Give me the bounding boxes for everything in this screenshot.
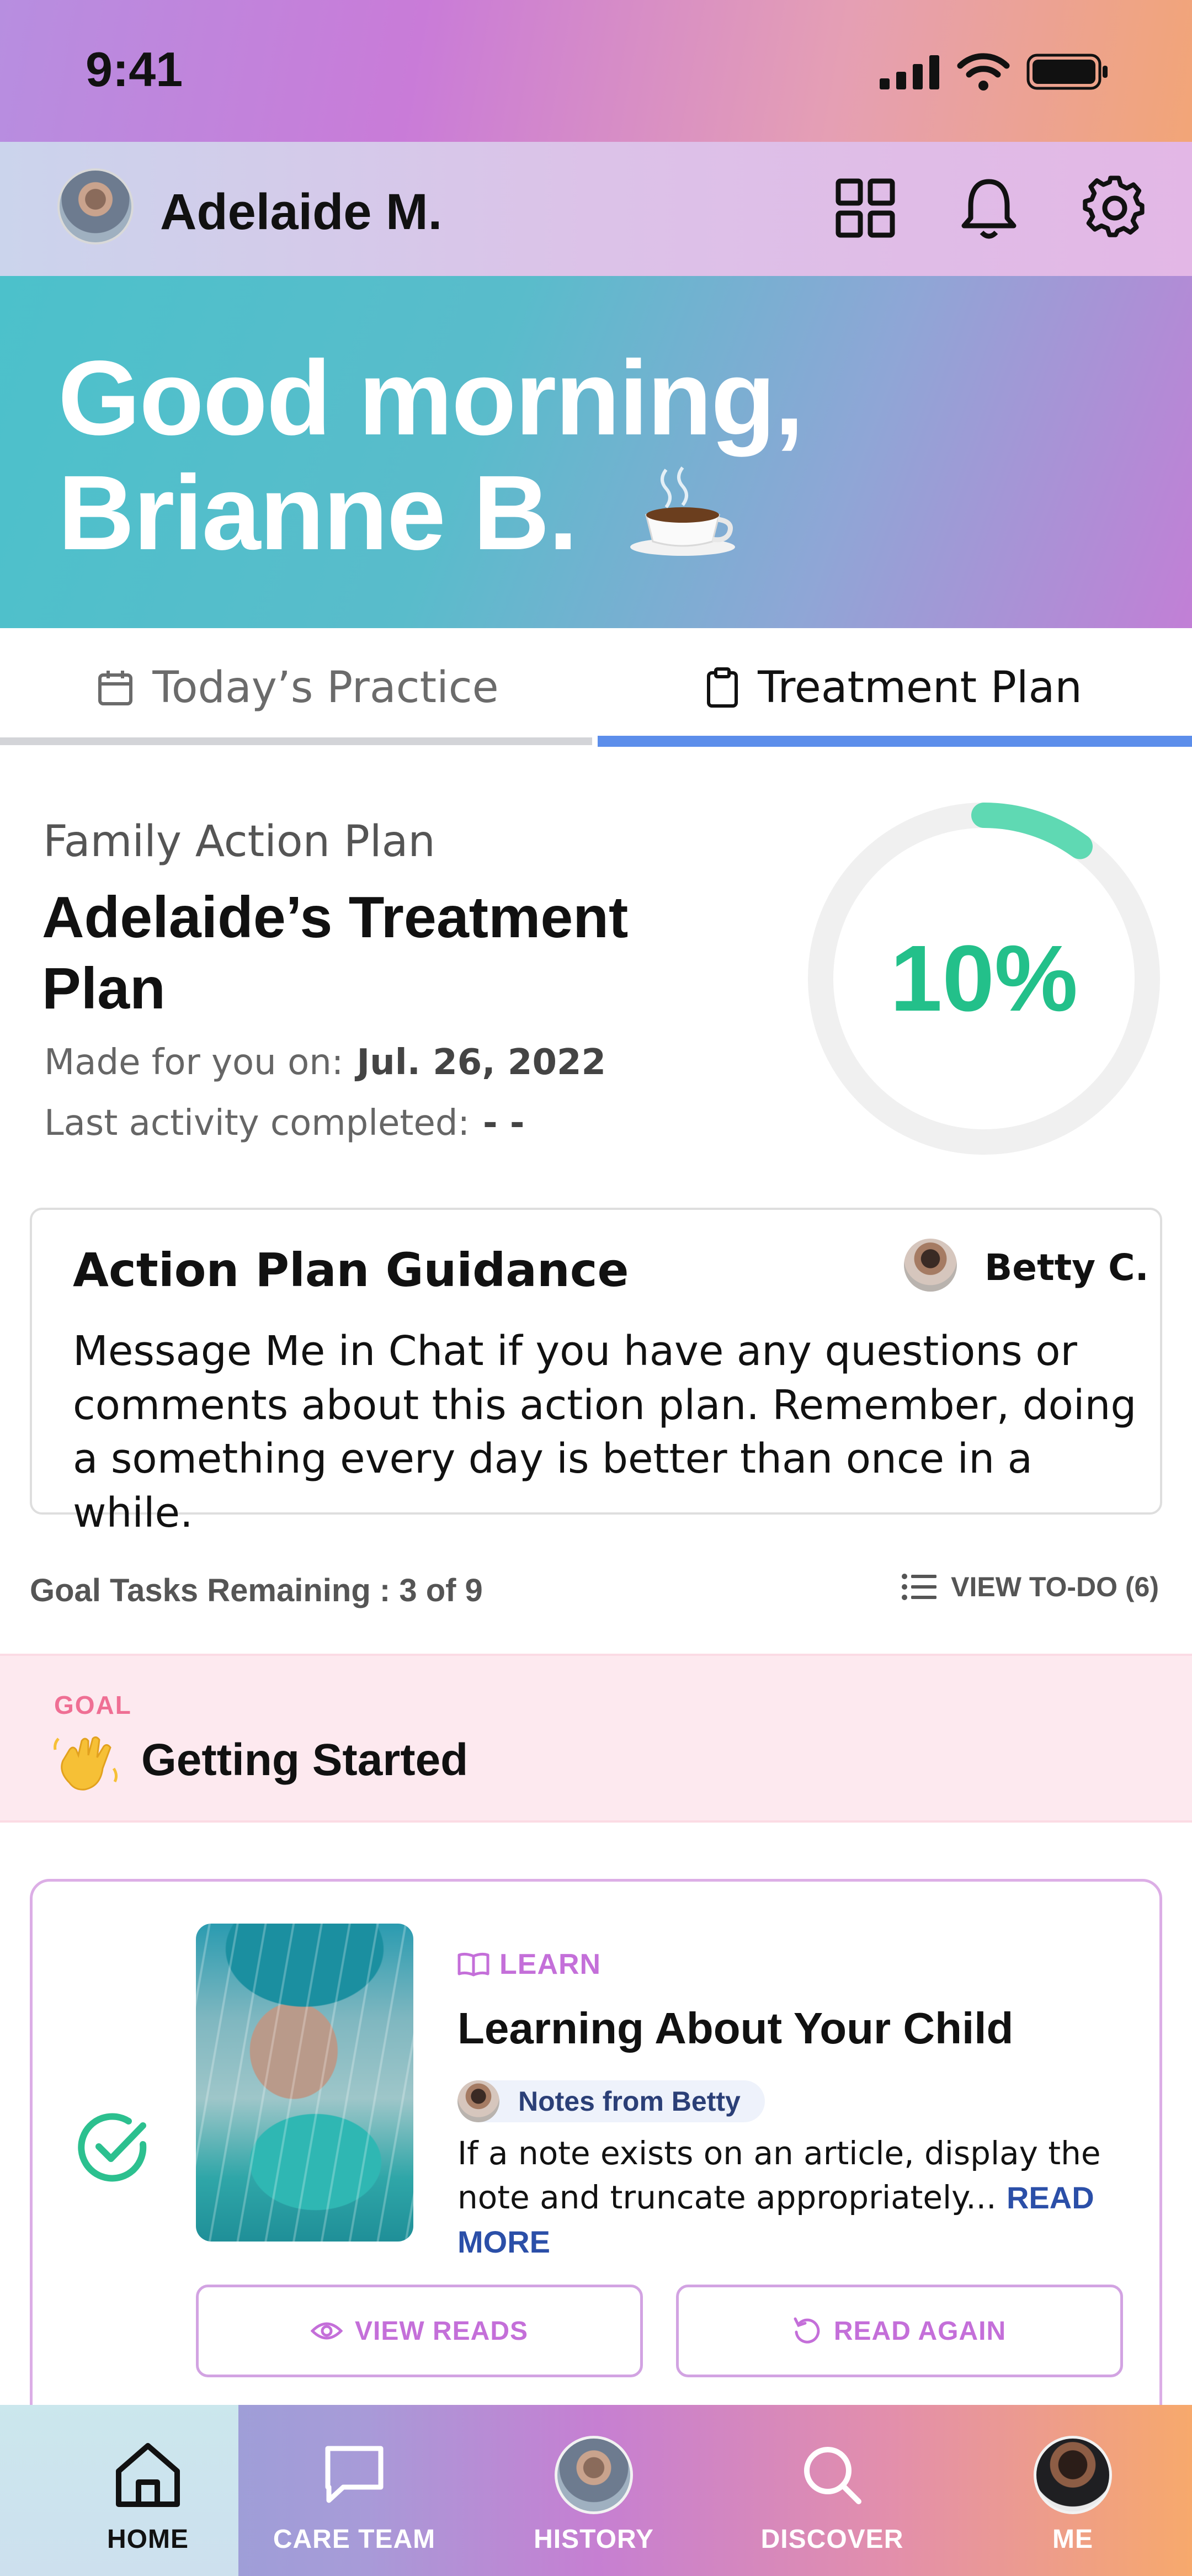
greeting-banner: Good morning, Brianne B. [0,276,1192,628]
notes-badge: Notes from Betty [457,2080,765,2122]
nav-label: CARE TEAM [273,2525,436,2554]
me-avatar-wrap [1034,2434,1112,2516]
coffee-icon [627,460,738,582]
greeting-line-2-row: Brianne B. [58,452,738,582]
calendar-icon [98,670,133,705]
nav-label: ME [1052,2525,1093,2554]
article-thumbnail[interactable] [196,1924,413,2242]
profile-avatar [1034,2436,1112,2514]
learn-article-card[interactable]: LEARN Learning About Your Child Notes fr… [30,1879,1162,2436]
read-again-button[interactable]: READ AGAIN [676,2285,1123,2377]
tab-treatment-plan[interactable]: Treatment Plan [596,628,1192,747]
tab-underline-active [598,736,1192,747]
view-reads-label: VIEW READS [354,2316,529,2346]
bottom-navigation: HOME CARE TEAM HISTORY DISCOVER ME [0,2405,1192,2576]
waving-hand-icon [53,1733,119,1797]
article-title[interactable]: Learning About Your Child [457,2003,1013,2054]
gear-icon[interactable] [1082,175,1148,241]
status-bar: 9:41 [0,0,1192,142]
plan-last-label: Last activity completed: [44,1103,470,1144]
chat-icon [321,2434,387,2516]
plan-made-label: Made for you on: [44,1042,344,1083]
battery-icon [1026,54,1108,90]
list-icon [902,1574,937,1600]
nav-care-team[interactable]: CARE TEAM [235,2405,473,2576]
status-time: 9:41 [86,42,183,97]
nav-me[interactable]: ME [954,2405,1192,2576]
read-again-label: READ AGAIN [833,2316,1007,2346]
child-name[interactable]: Adelaide M. [160,183,442,241]
goal-label: GOAL [54,1691,132,1719]
book-icon [457,1952,489,1977]
search-icon [799,2434,865,2516]
nav-history[interactable]: HISTORY [475,2405,713,2576]
notes-label: Notes from Betty [518,2086,741,2117]
eye-icon [310,2322,343,2340]
learn-tag: LEARN [457,1948,601,1981]
clipboard-icon [707,667,738,708]
tab-todays-practice[interactable]: Today’s Practice [0,628,596,747]
nav-label: HISTORY [534,2525,654,2554]
plan-last-value: - - [483,1103,525,1144]
goal-header: GOAL Getting Started [0,1654,1192,1823]
action-plan-guidance-card: Action Plan Guidance Betty C. Message Me… [30,1208,1162,1537]
plan-eyebrow: Family Action Plan [43,817,435,867]
plan-title: Adelaide’s Treatment Plan [42,885,629,1022]
view-reads-button[interactable]: VIEW READS [196,2285,643,2377]
home-icon [112,2434,184,2516]
greeting-line-2: Brianne B. [58,453,578,572]
tab-label: Treatment Plan [758,662,1082,713]
learn-tag-label: LEARN [499,1948,602,1980]
child-avatar-nav [555,2436,633,2514]
care-team-avatar[interactable] [904,1239,957,1292]
guidance-title: Action Plan Guidance [73,1243,629,1297]
view-todo-label: VIEW TO-DO (6) [951,1571,1159,1602]
plan-made-date: Jul. 26, 2022 [356,1042,606,1083]
refresh-icon [794,2317,820,2344]
tab-underline-inactive [0,737,592,745]
cellular-signal-icon [880,55,939,89]
article-note-text: If a note exists on an article, display … [457,2134,1101,2217]
goal-title: Getting Started [141,1735,469,1785]
nav-label: DISCOVER [760,2525,904,2554]
plan-last-activity: Last activity completed: - - [44,1103,524,1144]
goal-tasks-remaining: Goal Tasks Remaining : 3 of 9 [30,1573,483,1608]
grid-icon[interactable] [832,175,898,241]
tab-bar: Today’s Practice Treatment Plan [0,628,1192,747]
completed-check-icon[interactable] [74,2109,152,2189]
child-avatar[interactable] [57,168,134,245]
plan-made-for: Made for you on: Jul. 26, 2022 [44,1042,606,1083]
history-avatar-wrap [555,2434,633,2516]
guidance-body: Message Me in Chat if you have any quest… [73,1327,1137,1537]
notes-author-avatar [457,2080,499,2122]
nav-home[interactable]: HOME [29,2405,267,2576]
nav-discover[interactable]: DISCOVER [713,2405,951,2576]
wifi-icon [957,53,1010,91]
status-icons [880,52,1109,91]
tab-label: Today’s Practice [152,662,499,713]
view-todo-button[interactable]: VIEW TO-DO (6) [901,1571,1159,1603]
bell-icon[interactable] [956,175,1022,241]
progress-percent: 10% [890,926,1078,1031]
guidance-author[interactable]: Betty C. [985,1246,1149,1289]
nav-label: HOME [107,2525,189,2554]
greeting-line-1: Good morning, [58,338,804,457]
app-header: Adelaide M. [0,142,1192,276]
article-note: If a note exists on an article, display … [457,2131,1142,2264]
